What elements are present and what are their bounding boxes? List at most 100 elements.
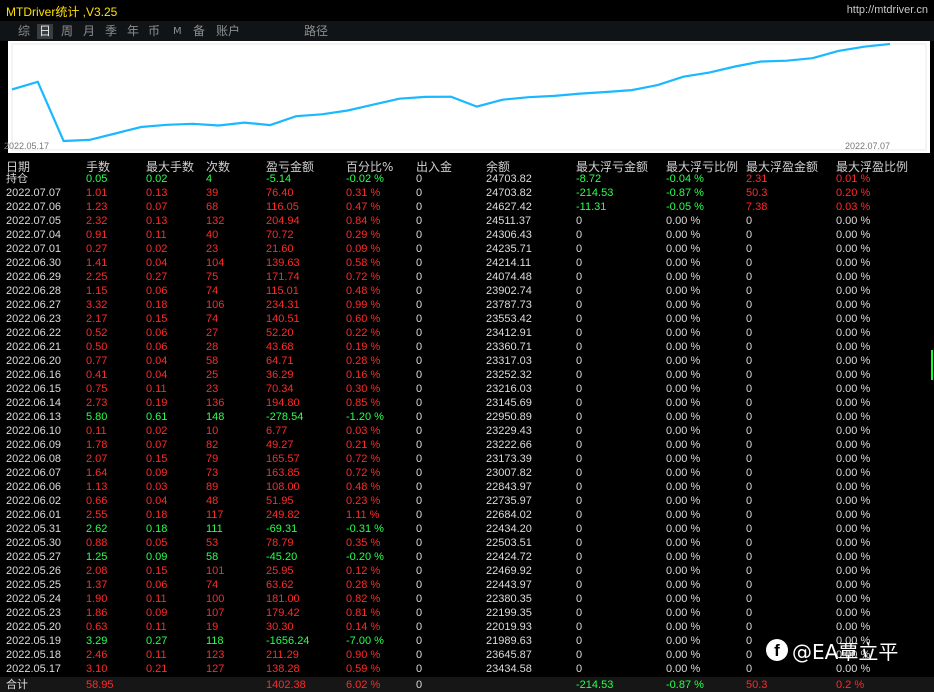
table-row: 2022.06.28 1.15 0.06 74 115.01 0.48 % 0 23902.7… [0,284,934,298]
cell-max-loss-pct: 0.00 % [666,481,701,493]
title-bar: MTDriver统计 ,V3.25 http://mtdriver.cn [0,0,934,20]
cell-max-gain: 0 [746,313,753,325]
cell-max-loss: 0 [576,285,583,297]
cell-date: 2022.06.30 [6,257,62,269]
cell-date: 2022.06.06 [6,481,62,493]
table-row: 2022.07.01 0.27 0.02 23 21.60 0.09 % 0 24235.71… [0,242,934,256]
cell-balance: 24703.82 [486,187,532,199]
table-row: 2022.06.13 5.80 0.61 148 -278.54 -1.20 % 0 2295… [0,410,934,424]
cell-count: 19 [206,621,219,633]
cell-count: 136 [206,397,225,409]
cell-lots: 1.41 [86,257,108,269]
cell-max-lots: 0.02 [146,173,168,185]
cell-balance: 23145.69 [486,397,532,409]
cell-max-gain: 0 [746,495,753,507]
cell-max-gain: 0 [746,271,753,283]
cell-date: 2022.06.16 [6,369,62,381]
cell-max-loss: 0 [576,621,583,633]
cell-max-lots: 0.27 [146,271,168,283]
table-row: 2022.06.23 2.17 0.15 74 140.51 0.60 % 0 23553.4… [0,312,934,326]
cell-balance: 23216.03 [486,383,532,395]
menu-week[interactable]: 周 [59,24,75,39]
cell-pct: 0.28 % [346,355,381,367]
cell-pct: 0.85 % [346,397,381,409]
menu-year[interactable]: 年 [125,24,141,39]
cell-max-lots: 0.13 [146,215,168,227]
cell-lots: 2.73 [86,397,108,409]
cell-count: 73 [206,467,219,479]
cell-max-loss-pct: 0.00 % [666,509,701,521]
cell-pnl: 179.42 [266,607,300,619]
cell-max-lots: 0.11 [146,649,167,661]
cell-lots: 2.62 [86,523,108,535]
cell-pnl: 211.29 [266,649,299,661]
cell-balance: 24703.82 [486,173,532,185]
menu-m[interactable]: M [171,24,184,39]
menu-path[interactable]: 路径 [302,24,330,39]
cell-count: 4 [206,173,213,185]
cell-max-lots: 0.09 [146,467,168,479]
cell-pct: 0.72 % [346,453,381,465]
cell-balance: 22503.51 [486,537,532,549]
table-row: 2022.05.31 2.62 0.18 111 -69.31 -0.31 % 0 22434… [0,522,934,536]
cell-date: 2022.06.27 [6,299,62,311]
cell-max-loss-pct: 0.00 % [666,299,701,311]
cell-pnl: 171.74 [266,271,300,283]
cell-cash: 0 [416,341,423,353]
cell-lots: 5.80 [86,411,108,423]
cell-balance: 22684.02 [486,509,532,521]
cell-max-lots: 0.21 [146,663,168,675]
cell-date: 2022.05.27 [6,551,62,563]
cell-max-loss: -11.31 [576,201,607,213]
cell-balance: 23229.43 [486,425,532,437]
cell-lots: 0.75 [86,383,108,395]
cell-max-gain: 0 [746,663,753,675]
cell-max-lots: 0.11 [146,229,167,241]
cell-pct: 0.29 % [346,229,381,241]
cell-max-gain-pct: 0.00 % [836,243,871,255]
site-link[interactable]: http://mtdriver.cn [847,4,928,16]
cell-pct: 0.82 % [346,593,381,605]
cell-max-loss: 0 [576,383,583,395]
cell-cash: 0 [416,649,423,661]
cell-max-gain-pct: 0.00 % [836,397,871,409]
total-max-loss-pct: -0.87 % [666,679,704,691]
menu-currency[interactable]: 币 [146,24,162,39]
menu-quarter[interactable]: 季 [103,24,119,39]
cell-max-loss: 0 [576,271,583,283]
cell-cash: 0 [416,467,423,479]
cell-max-gain: 0 [746,383,753,395]
cell-balance: 22443.97 [486,579,532,591]
cell-max-gain-pct: 0.00 % [836,299,871,311]
table-row: 2022.05.27 1.25 0.09 58 -45.20 -0.20 % 0 22424.… [0,550,934,564]
cell-pnl: 36.29 [266,369,294,381]
cell-balance: 23553.42 [486,313,532,325]
menu-summary[interactable]: 综 [16,24,32,39]
menu-account[interactable]: 账户 [214,24,242,39]
cell-max-gain: 0 [746,215,753,227]
cell-max-gain: 2.31 [746,173,768,185]
cell-count: 28 [206,341,219,353]
menu-month[interactable]: 月 [81,24,97,39]
table-row: 2022.06.10 0.11 0.02 10 6.77 0.03 % 0 23229.43 0… [0,424,934,438]
menu-day[interactable]: 日 [37,24,54,39]
cell-max-gain-pct: 0.00 % [836,285,871,297]
cell-cash: 0 [416,551,423,563]
cell-pct: 0.48 % [346,285,381,297]
menu-note[interactable]: 备 [191,24,207,39]
cell-pnl: 6.77 [266,425,288,437]
cell-lots: 0.11 [86,425,107,437]
cell-max-gain: 0 [746,565,753,577]
cell-pnl: -69.31 [266,523,298,535]
cell-max-loss: 0 [576,467,583,479]
cell-pct: 0.47 % [346,201,381,213]
cell-count: 106 [206,299,225,311]
total-row: 合计 58.95 1402.38 6.02 % 0 -214.53 -0.87 % 50.3 0… [0,677,934,692]
cell-cash: 0 [416,229,423,241]
cell-pnl: 51.95 [266,495,294,507]
cell-max-loss-pct: 0.00 % [666,355,701,367]
cell-date: 2022.05.30 [6,537,62,549]
total-max-loss: -214.53 [576,679,614,691]
cell-pct: 0.59 % [346,663,381,675]
cell-date: 2022.05.23 [6,607,62,619]
